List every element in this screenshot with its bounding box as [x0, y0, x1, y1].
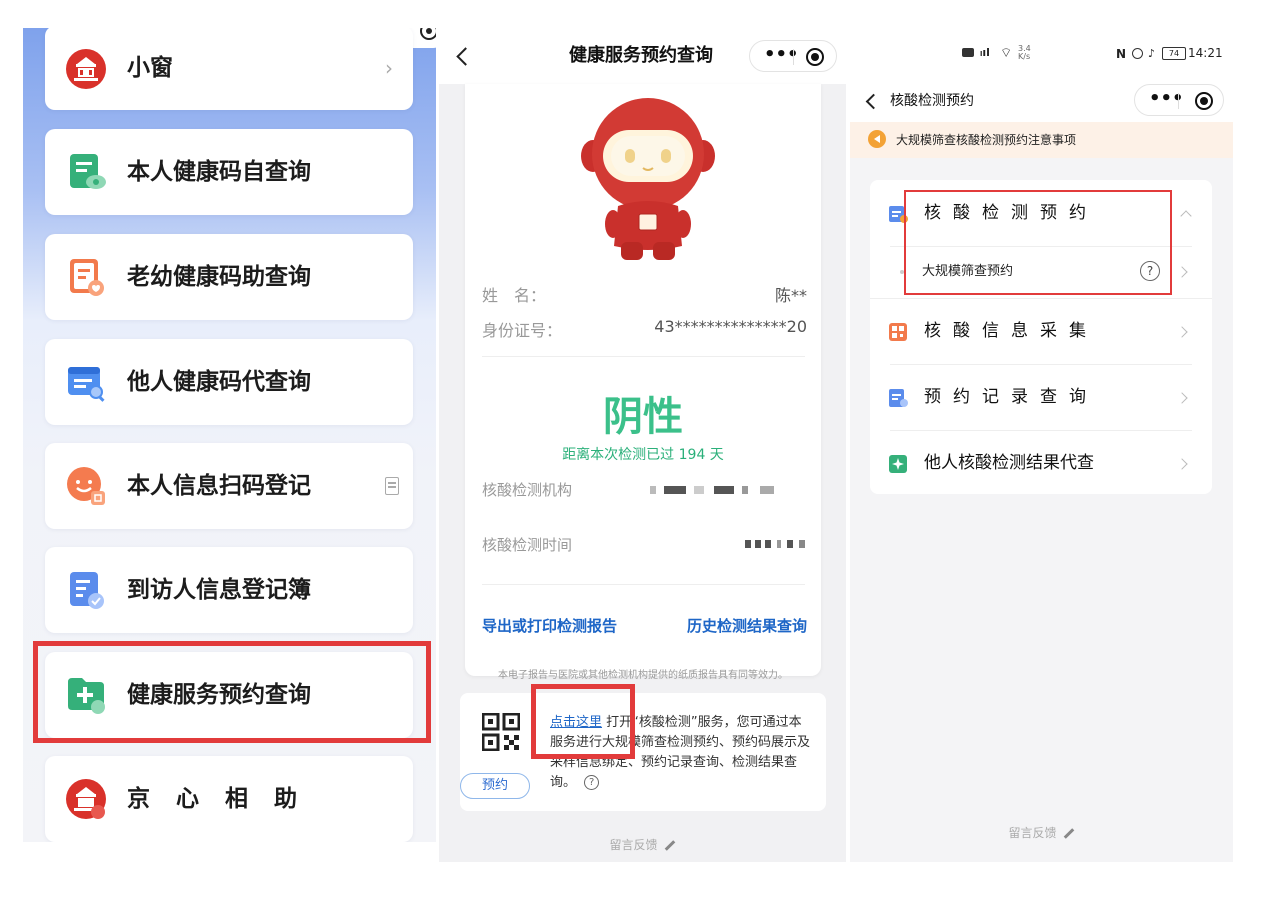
- chevron-right-icon: [1176, 266, 1188, 278]
- name-value: 陈**: [774, 286, 807, 305]
- pen-icon: [1063, 828, 1074, 839]
- beijing-emblem-icon: [66, 779, 106, 819]
- nfc-icon: Ν: [1116, 47, 1127, 61]
- menu-item-label: 预约记录查询: [924, 387, 1098, 407]
- test-result-card: 姓 名： 陈** 身份证号： 43**************20 阴性 距离本…: [465, 84, 821, 681]
- chevron-up-icon: [1180, 210, 1192, 222]
- report-disclaimer: 本电子报告与医院或其他检测机构提供的纸质报告具有同等效力。: [498, 670, 788, 681]
- page-title: 健康服务预约查询: [569, 45, 713, 66]
- capsule-divider: [1178, 93, 1179, 109]
- status-bar: ₗıl ⌔ 3.4 K/s Ν ♪ 74 14:21: [850, 28, 1233, 84]
- hd-icon: [962, 48, 974, 57]
- menu-item-label: 本人信息扫码登记: [127, 473, 311, 499]
- clock: 14:21: [1188, 46, 1223, 60]
- notice-bar[interactable]: 大规模筛查核酸检测预约注意事项: [850, 122, 1233, 158]
- note-icon[interactable]: [385, 477, 399, 495]
- feedback-button[interactable]: 留言反馈: [439, 836, 846, 853]
- redacted-time: [745, 536, 811, 554]
- beijing-emblem-icon: [66, 49, 106, 89]
- menu-item-self-health-code[interactable]: 本人健康码自查询: [45, 129, 413, 215]
- signal-icon: ₗıl: [980, 46, 990, 59]
- chevron-right-icon: ›: [385, 56, 393, 80]
- id-label: 身份证号：: [482, 321, 563, 340]
- redacted-org: [650, 482, 810, 500]
- highlight-box: [531, 684, 635, 759]
- page-title: 核酸检测预约: [890, 93, 974, 109]
- calendar-search-icon: [68, 367, 105, 402]
- menu-item-label: 京心相助: [127, 786, 323, 812]
- back-icon[interactable]: [865, 93, 882, 110]
- miniapp-capsule[interactable]: •••: [1134, 84, 1224, 116]
- qr-code-icon[interactable]: [482, 713, 520, 751]
- net-speed: 3.4 K/s: [1018, 44, 1031, 61]
- panel-health-service-result: 健康服务预约查询 ••• 姓 名： 陈** 身份证号： 43**********…: [439, 28, 846, 862]
- highlight-box: [33, 641, 431, 743]
- test-org-label: 核酸检测机构: [482, 481, 573, 499]
- feedback-label: 留言反馈: [1008, 826, 1057, 840]
- wifi-icon: ⌔: [1000, 46, 1013, 61]
- menu-item-small-window[interactable]: 小窗 ›: [45, 28, 413, 110]
- notice-text: 大规模筛查核酸检测预约注意事项: [896, 133, 1077, 147]
- menu-item-elderly-child-health-code[interactable]: 老幼健康码助查询: [45, 234, 413, 320]
- grid-qr-icon: [889, 323, 907, 341]
- smiley-scan-icon: [67, 467, 105, 505]
- capsule-divider: [793, 49, 794, 65]
- pen-icon: [664, 840, 675, 851]
- panel-nucleic-test-booking: ₗıl ⌔ 3.4 K/s Ν ♪ 74 14:21 核酸检测预约 ••• 大规…: [850, 28, 1233, 862]
- chevron-right-icon: [1176, 326, 1188, 338]
- menu-item-nucleic-info-collect[interactable]: 核酸信息采集: [870, 298, 1212, 364]
- name-label: 姓 名：: [482, 286, 547, 305]
- menu-item-label: 他人核酸检测结果代查: [924, 453, 1094, 473]
- test-result: 阴性: [603, 394, 683, 440]
- divider: [482, 356, 805, 357]
- help-icon[interactable]: ?: [584, 775, 600, 790]
- booking-badge-button[interactable]: 预约: [460, 773, 530, 799]
- menu-item-visitor-register-book[interactable]: 到访人信息登记簿: [45, 547, 413, 633]
- days-since-test: 距离本次检测已过 194 天: [562, 447, 724, 463]
- menu-item-jingxin-help[interactable]: 京心相助: [45, 756, 413, 842]
- menu-item-label: 他人健康码代查询: [127, 369, 311, 395]
- feedback-label: 留言反馈: [609, 838, 658, 852]
- menu-item-label: 老幼健康码助查询: [127, 264, 311, 290]
- astronaut-mascot-icon: [581, 98, 715, 260]
- document-heart-icon: [70, 259, 104, 296]
- history-results-link[interactable]: 历史检测结果查询: [687, 615, 807, 636]
- back-icon[interactable]: [456, 47, 475, 66]
- document-check-icon: [70, 572, 104, 609]
- menu-item-label: 到访人信息登记簿: [127, 577, 311, 603]
- menu-item-others-health-code[interactable]: 他人健康码代查询: [45, 339, 413, 425]
- menu-item-label: 小窗: [127, 55, 173, 81]
- menu-item-label: 核酸信息采集: [924, 321, 1098, 341]
- menu-item-label: 本人健康码自查询: [127, 159, 311, 185]
- miniapp-capsule[interactable]: •••: [749, 40, 837, 72]
- menu-item-others-result-query[interactable]: 他人核酸检测结果代查: [870, 430, 1212, 496]
- id-value: 43**************20: [654, 317, 807, 336]
- close-miniapp-icon[interactable]: [806, 48, 824, 66]
- nav-bar: 核酸检测预约 •••: [850, 80, 1233, 122]
- mute-icon: ♪: [1148, 47, 1156, 60]
- close-miniapp-icon[interactable]: [1195, 92, 1213, 110]
- export-report-link[interactable]: 导出或打印检测报告: [482, 615, 617, 636]
- speaker-icon: [868, 130, 886, 148]
- nucleic-test-service-card: 预约 点击这里 打开“核酸检测”服务，您可通过本服务进行大规模筛查检测预约、预约…: [460, 693, 826, 811]
- menu-item-booking-records[interactable]: 预约记录查询: [870, 364, 1212, 430]
- divider: [482, 584, 805, 585]
- feedback-button[interactable]: 留言反馈: [850, 824, 1233, 841]
- document-list-icon: [889, 389, 908, 407]
- nav-bar: 健康服务预约查询 •••: [439, 28, 846, 84]
- sparkle-card-icon: [889, 455, 907, 473]
- close-miniapp-icon[interactable]: [420, 28, 436, 40]
- menu-item-self-scan-register[interactable]: 本人信息扫码登记: [45, 443, 413, 529]
- document-eye-icon: [70, 154, 106, 189]
- chevron-right-icon: [1176, 458, 1188, 470]
- test-time-label: 核酸检测时间: [482, 536, 573, 554]
- battery-icon: 74: [1162, 47, 1186, 60]
- alarm-icon: [1132, 48, 1143, 59]
- chevron-right-icon: [1176, 392, 1188, 404]
- highlight-box: [904, 190, 1172, 295]
